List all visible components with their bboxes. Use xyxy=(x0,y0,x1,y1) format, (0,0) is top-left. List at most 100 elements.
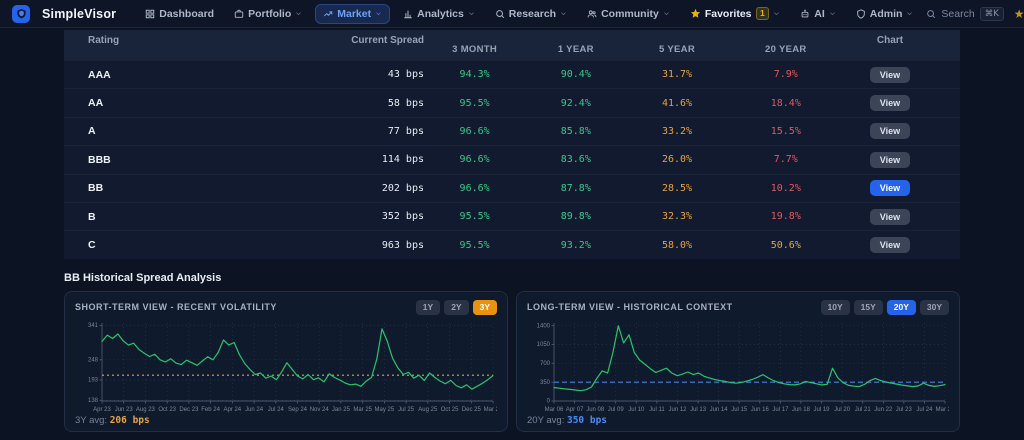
svg-text:Jul 10: Jul 10 xyxy=(628,407,645,413)
view-button[interactable]: View xyxy=(870,237,910,253)
range-button-20y[interactable]: 20Y xyxy=(887,300,916,315)
percentile-cell: 18.4% xyxy=(728,98,844,109)
percentile-cell: 94.3% xyxy=(424,69,525,80)
svg-text:1400: 1400 xyxy=(537,323,551,329)
range-button-15y[interactable]: 15Y xyxy=(854,300,883,315)
svg-text:Jul 24: Jul 24 xyxy=(268,407,285,413)
svg-text:Jul 15: Jul 15 xyxy=(731,407,748,413)
svg-text:Mar 26: Mar 26 xyxy=(484,407,497,413)
rating-cell: BBB xyxy=(88,154,238,166)
svg-text:Feb 24: Feb 24 xyxy=(201,407,220,413)
nav-item-market[interactable]: Market xyxy=(315,4,390,24)
chart-cell: View xyxy=(844,95,936,111)
view-button[interactable]: View xyxy=(870,123,910,139)
svg-text:Oct 25: Oct 25 xyxy=(441,407,459,413)
current-spread-cell: 202 bps xyxy=(238,183,424,194)
svg-text:Jun 14: Jun 14 xyxy=(710,407,729,413)
svg-text:Jun 16: Jun 16 xyxy=(751,407,770,413)
short-term-chart-card: SHORT-TERM VIEW - RECENT VOLATILITY 1Y2Y… xyxy=(64,291,508,432)
bot-icon xyxy=(800,9,810,19)
search-icon xyxy=(926,9,936,19)
table-row: A77 bps96.6%85.8%33.2%15.5%View xyxy=(64,117,960,145)
rating-cell: BB xyxy=(88,182,238,194)
percentile-cell: 92.4% xyxy=(525,98,626,109)
range-button-30y[interactable]: 30Y xyxy=(920,300,949,315)
table-row: B352 bps95.5%89.8%32.3%19.8%View xyxy=(64,202,960,230)
nav-item-admin[interactable]: Admin xyxy=(849,5,921,23)
header-20-year: 20 YEAR xyxy=(728,44,844,60)
chart-cell: View xyxy=(844,123,936,139)
header-chart: Chart xyxy=(844,30,936,46)
header-1-year: 1 YEAR xyxy=(525,44,626,60)
svg-text:Oct 23: Oct 23 xyxy=(158,407,176,413)
nav-label: Research xyxy=(509,8,556,20)
table-row: AAA43 bps94.3%90.4%31.7%7.9%View xyxy=(64,60,960,88)
header-3-month: 3 MONTH xyxy=(424,44,525,60)
svg-text:138: 138 xyxy=(88,398,99,404)
nav-item-favorites[interactable]: Favorites 1 xyxy=(683,4,787,23)
percentile-cell: 96.6% xyxy=(424,154,525,165)
search-shortcut-kbd: ⌘K xyxy=(980,7,1004,21)
trending-up-icon xyxy=(323,9,333,19)
range-button-3y[interactable]: 3Y xyxy=(473,300,497,315)
current-spread-cell: 963 bps xyxy=(238,240,424,251)
analysis-cards: SHORT-TERM VIEW - RECENT VOLATILITY 1Y2Y… xyxy=(64,291,960,432)
nav-item-community[interactable]: Community xyxy=(580,5,677,23)
svg-text:Jun 22: Jun 22 xyxy=(874,407,893,413)
svg-text:Aug 25: Aug 25 xyxy=(418,407,438,413)
avg-label: 3Y avg: xyxy=(75,415,107,426)
nav-item-analytics[interactable]: Analytics xyxy=(396,5,482,23)
nav-item-dashboard[interactable]: Dashboard xyxy=(138,5,221,23)
table-row: BB202 bps96.6%87.8%28.5%10.2%View xyxy=(64,174,960,202)
nav-item-portfolio[interactable]: Portfolio xyxy=(227,5,309,23)
range-button-10y[interactable]: 10Y xyxy=(821,300,850,315)
view-button[interactable]: View xyxy=(870,180,910,196)
header-current-spread: Current Spread xyxy=(238,30,424,46)
svg-text:Apr 24: Apr 24 xyxy=(223,407,241,413)
header-5-year: 5 YEAR xyxy=(626,44,727,60)
svg-text:193: 193 xyxy=(88,377,99,383)
current-spread-cell: 58 bps xyxy=(238,98,424,109)
chart-plot: Mar 06Apr 07Jun 08Jul 09Jul 10Jul 11Jun … xyxy=(527,318,949,414)
current-spread-cell: 114 bps xyxy=(238,154,424,165)
svg-text:Jun 08: Jun 08 xyxy=(586,407,605,413)
header-rating: Rating xyxy=(88,30,238,46)
table-row: BBB114 bps96.6%83.6%26.0%7.7%View xyxy=(64,145,960,173)
long-term-avg-footer: 20Y avg: 350 bps xyxy=(527,415,949,426)
app-logo[interactable] xyxy=(12,5,30,23)
percentile-cell: 10.2% xyxy=(728,183,844,194)
favorites-star-button[interactable]: ★ xyxy=(1014,8,1024,20)
svg-text:Apr 07: Apr 07 xyxy=(566,407,584,413)
view-button[interactable]: View xyxy=(870,152,910,168)
current-spread-cell: 352 bps xyxy=(238,211,424,222)
briefcase-icon xyxy=(234,9,244,19)
chart-cell: View xyxy=(844,152,936,168)
rating-cell: AAA xyxy=(88,69,238,81)
range-button-2y[interactable]: 2Y xyxy=(444,300,468,315)
percentile-cell: 83.6% xyxy=(525,154,626,165)
nav-item-ai[interactable]: AI xyxy=(793,5,843,23)
svg-text:Dec 25: Dec 25 xyxy=(462,407,482,413)
nav-label: Community xyxy=(601,8,659,20)
percentile-cell: 85.8% xyxy=(525,126,626,137)
section-title: BB Historical Spread Analysis xyxy=(64,272,960,284)
view-button[interactable]: View xyxy=(870,209,910,225)
percentile-cell: 95.5% xyxy=(424,240,525,251)
range-button-1y[interactable]: 1Y xyxy=(416,300,440,315)
nav-label: Analytics xyxy=(417,8,464,20)
svg-text:Jul 09: Jul 09 xyxy=(608,407,625,413)
svg-text:Sep 24: Sep 24 xyxy=(288,407,308,413)
chart-cell: View xyxy=(844,67,936,83)
percentile-cell: 26.0% xyxy=(626,154,727,165)
nav-item-research[interactable]: Research xyxy=(488,5,574,23)
chevron-down-icon xyxy=(829,10,836,17)
search-button[interactable]: Search ⌘K xyxy=(926,7,1003,21)
view-button[interactable]: View xyxy=(870,95,910,111)
current-spread-cell: 77 bps xyxy=(238,126,424,137)
view-button[interactable]: View xyxy=(870,67,910,83)
percentile-cell: 96.6% xyxy=(424,183,525,194)
percentile-cell: 33.2% xyxy=(626,126,727,137)
chart-plot: Apr 23Jun 23Aug 23Oct 23Dec 23Feb 24Apr … xyxy=(75,318,497,414)
chart-cell: View xyxy=(844,237,936,253)
top-nav: SimpleVisor Dashboard Portfolio Market A… xyxy=(0,0,1024,28)
